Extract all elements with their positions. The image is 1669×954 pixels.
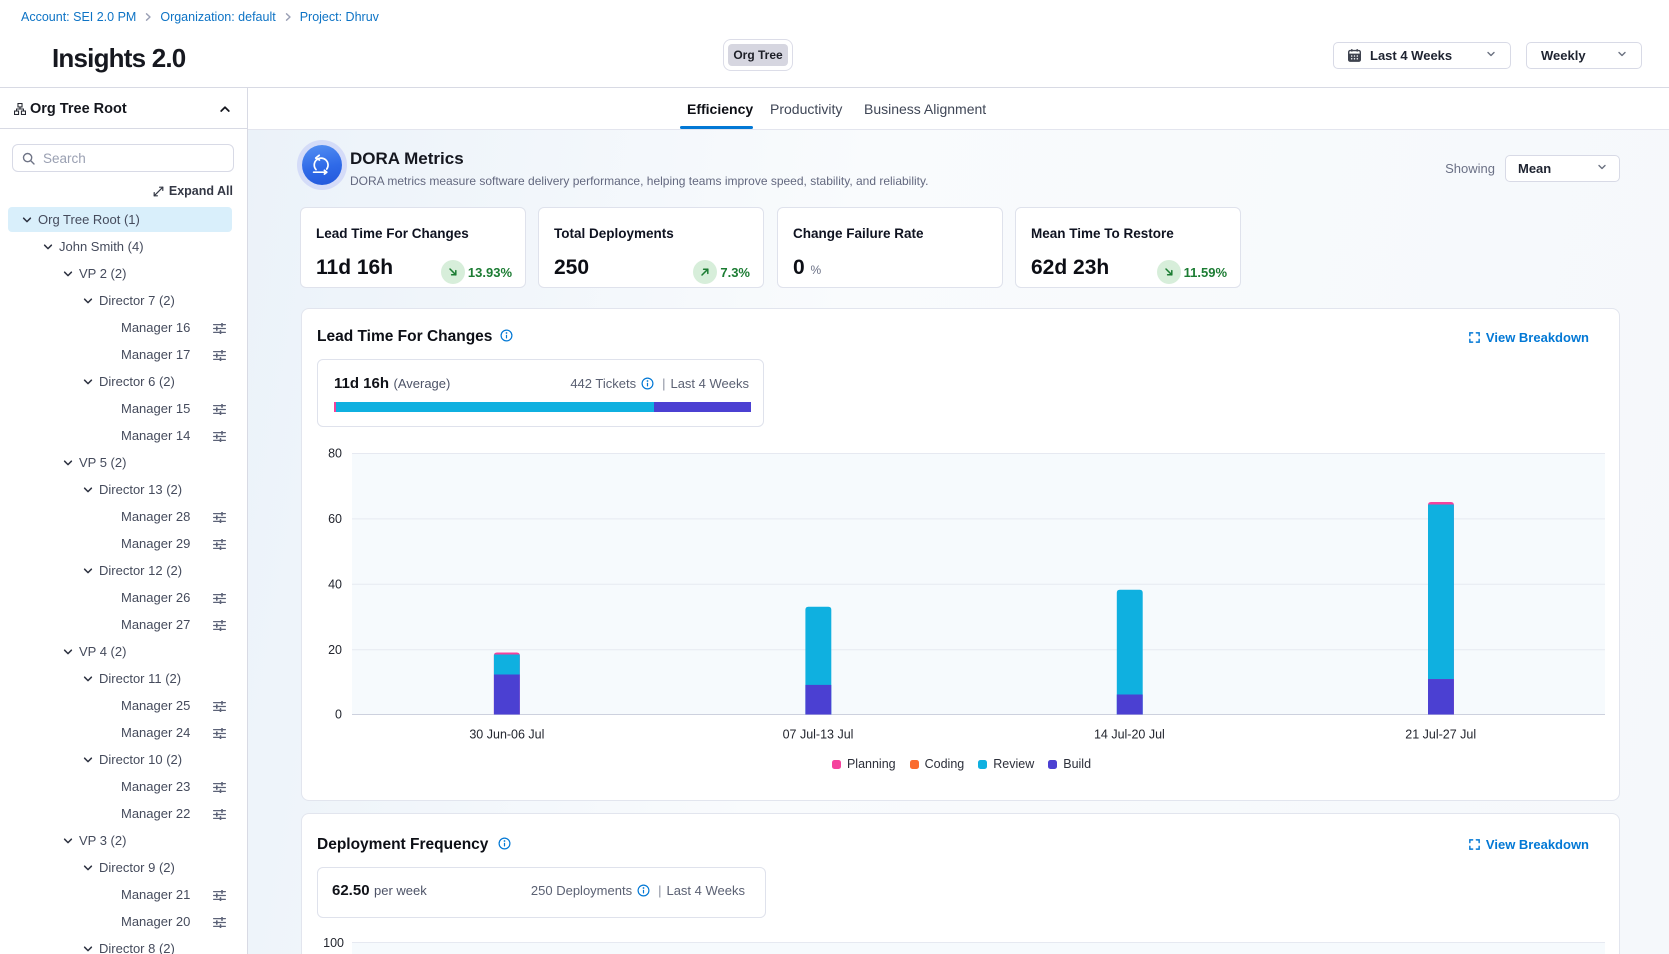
svg-text:20: 20 bbox=[328, 643, 342, 657]
svg-text:0: 0 bbox=[335, 708, 342, 722]
svg-text:100: 100 bbox=[323, 936, 344, 950]
svg-text:30 Jun-06 Jul: 30 Jun-06 Jul bbox=[469, 728, 544, 742]
svg-text:07 Jul-13 Jul: 07 Jul-13 Jul bbox=[783, 728, 854, 742]
svg-text:60: 60 bbox=[328, 512, 342, 526]
svg-text:21 Jul-27 Jul: 21 Jul-27 Jul bbox=[1405, 728, 1476, 742]
svg-text:14 Jul-20 Jul: 14 Jul-20 Jul bbox=[1094, 728, 1165, 742]
svg-text:40: 40 bbox=[328, 577, 342, 591]
svg-text:80: 80 bbox=[328, 447, 342, 461]
